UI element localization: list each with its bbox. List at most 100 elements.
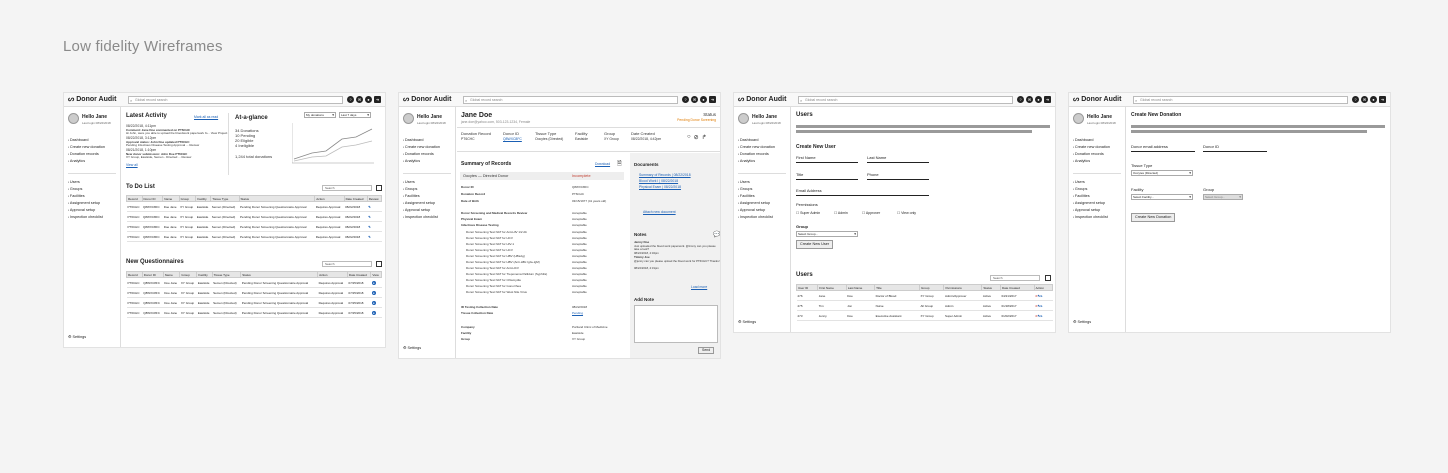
document-link[interactable]: Summary of Records | 08/22/2018 [639,173,691,177]
sidebar-item-2[interactable]: Donation records [403,151,440,158]
help-icon[interactable]: ? [1017,96,1024,103]
row-action[interactable]: ⊘✎➤ [1034,310,1053,321]
table-row[interactable]: PT6CHC Q8WXC8FC Doe Jane XY Group Eastside Se… [126,307,382,318]
admin-item-1[interactable]: Groups [403,186,438,193]
view-icon[interactable]: ● [371,300,376,305]
first-field[interactable] [796,162,858,163]
download-link[interactable]: Download [595,162,610,166]
sidebar-item-2[interactable]: Donation records [738,151,775,158]
table-row[interactable]: PT6CHC Q8WXC8FC Doe Jane XY Group Eastside Se… [126,221,382,232]
sidebar-item-3[interactable]: Analytics [738,158,775,165]
admin-item-3[interactable]: Assignment setup [738,200,773,207]
sidebar-item-2[interactable]: Donation records [68,151,105,158]
sidebar-item-1[interactable]: Create new donation [738,144,775,151]
sidebar-item-2[interactable]: Donation records [1073,151,1110,158]
mail-icon[interactable]: ✉ [356,96,363,103]
row-action[interactable]: ● [370,277,382,288]
users-search-input[interactable]: Search [990,275,1040,281]
grid-view-icon[interactable] [376,261,382,267]
admin-item-3[interactable]: Assignment setup [403,200,438,207]
logout-icon[interactable]: ➜ [709,96,716,103]
sidebar-item-0[interactable]: Dashboard [738,137,775,144]
settings-link[interactable]: Settings [403,345,421,350]
sidebar-item-1[interactable]: Create new donation [403,144,440,151]
mark-all-read-link[interactable]: Mark all as read [194,115,218,119]
sidebar-item-0[interactable]: Dashboard [68,137,105,144]
last-field[interactable] [867,162,929,163]
app-logo[interactable]: ᔕ Donor Audit [403,95,451,103]
row-action[interactable]: ⊘✎➤ [1034,290,1053,301]
title-field[interactable] [796,179,858,180]
document-link[interactable]: Physical Exam | 08/22/2018 [639,185,681,189]
admin-item-2[interactable]: Facilities [1073,193,1108,200]
edit-icon[interactable]: ✎ [368,235,371,239]
logout-icon[interactable]: ➜ [1044,96,1051,103]
user-icon[interactable]: ● [1370,96,1377,103]
sidebar-item-3[interactable]: Analytics [1073,158,1110,165]
mail-icon[interactable]: ✉ [1361,96,1368,103]
sidebar-item-0[interactable]: Dashboard [1073,137,1110,144]
settings-link[interactable]: Settings [1073,319,1091,324]
create-donation-button[interactable]: Create New Donation [1131,213,1176,222]
meta-value[interactable]: Q8WXC8FC [503,137,522,141]
grid-view-icon[interactable] [376,185,382,191]
tissue-type-select[interactable]: Oocytes (Directed) [1131,170,1193,176]
admin-item-0[interactable]: Users [403,179,438,186]
help-icon[interactable]: ? [1352,96,1359,103]
pdf-icon[interactable]: 🗎 [617,159,622,169]
admin-item-4[interactable]: Approval setup [738,207,773,214]
user-icon[interactable]: ● [365,96,372,103]
document-link[interactable]: Blood Work I | 08/22/2018 [639,179,678,183]
check-icon[interactable]: ⊘ [694,134,699,141]
circle-icon[interactable]: ○ [687,134,691,141]
facility-select[interactable]: Select Facility... [1131,194,1193,200]
admin-item-3[interactable]: Assignment setup [1073,200,1108,207]
avatar[interactable] [68,113,79,124]
app-logo[interactable]: ᔕ Donor Audit [1073,95,1121,103]
admin-item-1[interactable]: Groups [68,186,103,193]
group-select[interactable]: Select Group... [796,231,858,237]
global-search-input[interactable]: Global record search [128,96,343,104]
row-action[interactable]: ● [370,287,382,298]
donor-id-field[interactable] [1203,151,1267,152]
global-search-input[interactable]: Global record search [463,96,678,104]
app-logo[interactable]: ᔕ Donor Audit [68,95,116,103]
admin-item-0[interactable]: Users [1073,179,1108,186]
avatar[interactable] [1073,113,1084,124]
sidebar-item-1[interactable]: Create new donation [1073,144,1110,151]
view-icon[interactable]: ● [371,290,376,295]
app-logo[interactable]: ᔕ Donor Audit [738,95,786,103]
attach-document-link[interactable]: Attach new document [643,210,676,214]
send-button[interactable]: Send [698,347,715,354]
settings-link[interactable]: Settings [738,319,756,324]
edit-icon[interactable]: ✎ [368,205,371,209]
send-icon[interactable]: ➤ [1040,314,1043,318]
row-action[interactable]: ✎ [367,201,382,212]
row-action[interactable]: ✎ [367,211,382,222]
admin-item-2[interactable]: Facilities [738,193,773,200]
row-action[interactable]: ● [370,307,382,318]
questionnaire-search-input[interactable]: Search [322,261,372,267]
comment-icon[interactable]: 💬 [713,231,720,238]
admin-item-5[interactable]: Inspection checklist [738,214,773,221]
row-action[interactable]: ● [370,297,382,308]
settings-link[interactable]: Settings [68,334,86,339]
table-row[interactable]: PT6CHC Q8WXC8FC Doe Jane XY Group Eastside Se… [126,231,382,242]
admin-item-5[interactable]: Inspection checklist [68,214,103,221]
view-all-link[interactable]: View all [126,163,138,167]
admin-item-2[interactable]: Facilities [403,193,438,200]
edit-icon[interactable]: ✎ [368,225,371,229]
range-select[interactable]: Last 7 days [339,112,371,118]
mail-icon[interactable]: ✉ [691,96,698,103]
global-search-input[interactable]: Global record search [798,96,1013,104]
row-action[interactable]: ✎ [367,221,382,232]
email-field[interactable] [796,195,929,196]
metric-select[interactable]: My donations [304,112,336,118]
admin-item-1[interactable]: Groups [738,186,773,193]
table-row[interactable]: PT6CHC Q8WXC8FC Doe Jane XY Group Eastside Se… [126,287,382,298]
table-row[interactable]: 273 Jenny Doe Executive Assistant XY Group Su… [796,310,1053,321]
send-icon[interactable]: ➤ [1040,304,1043,308]
admin-item-3[interactable]: Assignment setup [68,200,103,207]
donor-email-field[interactable] [1131,151,1195,152]
admin-item-4[interactable]: Approval setup [403,207,438,214]
